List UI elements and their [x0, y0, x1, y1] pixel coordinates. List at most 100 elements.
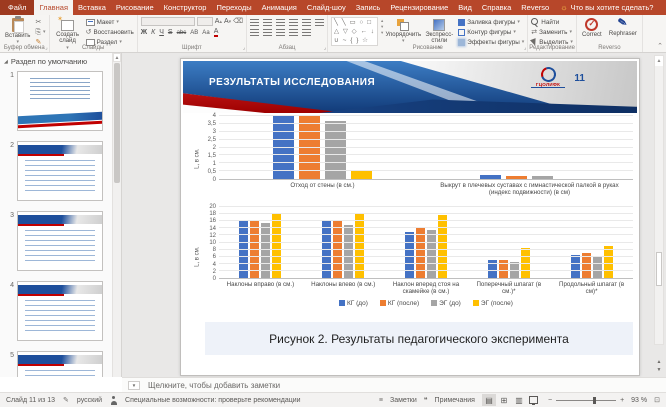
tab-конструктор[interactable]: Конструктор [159, 0, 212, 15]
shape-outline-button[interactable]: Контур фигуры▾ [458, 28, 524, 36]
current-slide-canvas[interactable]: РЕЗУЛЬТАТЫ ИССЛЕДОВАНИЯ ГЦОЛИФК 11 L, в … [180, 58, 640, 376]
tab-анимация[interactable]: Анимация [257, 0, 302, 15]
copy-button[interactable]: ⎘▾ [35, 28, 45, 36]
thumbnail-preview[interactable] [17, 281, 103, 341]
align-center-icon[interactable] [263, 29, 272, 36]
reset-button[interactable]: ↺Восстановить [86, 28, 134, 36]
tab-запись[interactable]: Запись [351, 0, 386, 15]
tab-рисование[interactable]: Рисование [111, 0, 159, 15]
thumbnail-preview[interactable] [17, 71, 103, 131]
notes-placeholder[interactable]: Щелкните, чтобы добавить заметки [148, 381, 280, 390]
clipboard-launcher-icon[interactable]: ⌟ [45, 45, 47, 51]
normal-view-icon[interactable]: ▤ [482, 394, 496, 406]
correct-button[interactable]: ✓ Correct [580, 17, 604, 39]
thumbnail-preview[interactable] [17, 351, 103, 377]
shape-fill-button[interactable]: Заливка фигуры▾ [458, 18, 524, 26]
drawing-launcher-icon[interactable]: ⌟ [524, 45, 526, 51]
editor-scrollbar[interactable]: ▲ [654, 55, 664, 345]
panel-scroll-thumb[interactable] [114, 63, 120, 183]
thumbnail-preview[interactable] [17, 141, 103, 201]
spellcheck-icon[interactable]: ✎ [63, 396, 69, 404]
tab-file[interactable]: Файл [0, 0, 34, 15]
accessibility-status[interactable]: Специальные возможности: проверьте реком… [125, 397, 301, 404]
underline-button[interactable]: Ч [159, 29, 164, 36]
decrease-indent-icon[interactable] [276, 19, 285, 26]
tab-главная[interactable]: Главная [34, 0, 73, 15]
slide-thumbnail-1[interactable]: 1 [0, 68, 121, 138]
bold-button[interactable]: Ж [141, 29, 147, 36]
tab-справка[interactable]: Справка [477, 0, 516, 15]
comments-toggle[interactable]: Примечания [435, 397, 475, 404]
character-spacing-button[interactable]: АВ [190, 30, 198, 36]
reading-view-icon[interactable]: ▥ [512, 394, 526, 406]
slide-thumbnail-3[interactable]: 3 [0, 208, 121, 278]
tab-вставка[interactable]: Вставка [73, 0, 111, 15]
cut-button[interactable]: ✂ [35, 18, 45, 26]
scroll-up-icon[interactable]: ▲ [655, 56, 663, 66]
zoom-slider[interactable] [556, 400, 616, 401]
notes-pane[interactable]: ▼ Щелкните, чтобы добавить заметки [122, 377, 666, 392]
fit-to-window-icon[interactable]: ⊡ [654, 396, 660, 404]
panel-scroll-up-icon[interactable]: ▲ [113, 53, 121, 62]
slideshow-icon[interactable] [527, 394, 541, 406]
tab-reverso[interactable]: Reverso [516, 0, 554, 15]
figure-caption[interactable]: Рисунок 2. Результаты педагогического эк… [205, 322, 633, 355]
layout-button[interactable]: Макет▾ [86, 18, 134, 26]
strikethrough-button[interactable]: S [168, 29, 173, 36]
zoom-out-icon[interactable]: − [548, 397, 552, 404]
line-spacing-icon[interactable] [302, 19, 311, 26]
slide-thumbnail-4[interactable]: 4 [0, 278, 121, 348]
columns-icon[interactable] [302, 29, 311, 36]
notes-toggle[interactable]: Заметки [390, 397, 417, 404]
change-case-button[interactable]: Аа [202, 30, 209, 36]
numbering-icon[interactable] [263, 19, 272, 26]
grow-font-button[interactable]: А▴ [215, 18, 222, 25]
find-button[interactable]: Найти [531, 18, 573, 26]
font-name-combobox[interactable] [141, 17, 195, 26]
tab-слайд-шоу[interactable]: Слайд-шоу [302, 0, 351, 15]
tell-me-box[interactable]: ☼ Что вы хотите сделать? [554, 0, 659, 15]
collapse-ribbon-icon[interactable]: ⌃ [657, 42, 663, 50]
zoom-level[interactable]: 93 % [631, 397, 647, 404]
notes-collapse-icon[interactable]: ▼ [128, 381, 140, 390]
thumbnail-preview[interactable] [17, 211, 103, 271]
previous-slide-icon[interactable]: ▲ [657, 360, 662, 365]
shadow-button[interactable]: abc [177, 30, 187, 36]
paste-button[interactable]: Вставить▾ [3, 17, 32, 47]
align-left-icon[interactable] [250, 29, 259, 36]
tab-рецензирование[interactable]: Рецензирование [385, 0, 453, 15]
rephraser-button[interactable]: ✎ Rephraser [607, 17, 639, 38]
chart-flexibility[interactable]: L, в см. 02468101214161820 Наклоны вправ… [193, 207, 633, 307]
shrink-font-button[interactable]: А▾ [224, 18, 231, 25]
slide-thumbnail-5[interactable]: 5 [0, 348, 121, 377]
zoom-slider-thumb[interactable] [593, 397, 596, 404]
clear-formatting-button[interactable]: ⌫ [233, 18, 243, 25]
section-header[interactable]: ◢ Раздел по умолчанию [0, 53, 121, 68]
tab-вид[interactable]: Вид [453, 0, 477, 15]
slide-title-banner[interactable]: РЕЗУЛЬТАТЫ ИССЛЕДОВАНИЯ ГЦОЛИФК 11 [183, 61, 637, 113]
italic-button[interactable]: К [151, 29, 155, 36]
justify-icon[interactable] [289, 29, 298, 36]
next-slide-icon[interactable]: ▼ [657, 368, 662, 373]
scroll-thumb[interactable] [656, 252, 662, 286]
chart-mobility[interactable]: L, в см. 00,511,522,533,54 Отход от стен… [193, 116, 633, 201]
bullets-icon[interactable] [250, 19, 259, 26]
font-color-button[interactable]: А [214, 28, 219, 37]
align-right-icon[interactable] [276, 29, 285, 36]
slide-sorter-icon[interactable]: ⊞ [497, 394, 511, 406]
paragraph-launcher-icon[interactable]: ⌟ [324, 45, 326, 51]
language-indicator[interactable]: русский [77, 397, 102, 404]
text-direction-icon[interactable] [315, 19, 324, 26]
shapes-gallery-scrollbar[interactable]: ▴▾▾ [381, 17, 383, 37]
panel-scrollbar[interactable]: ▲ [112, 53, 121, 377]
zoom-in-icon[interactable]: + [620, 397, 624, 404]
increase-indent-icon[interactable] [289, 19, 298, 26]
tab-переходы[interactable]: Переходы [211, 0, 256, 15]
font-launcher-icon[interactable]: ⌟ [243, 45, 245, 51]
shapes-gallery[interactable]: ╲ ╲ ▭ ○ □ △ ▽ ◇ ← ↓ ∪ ~ { } ☆ [331, 17, 378, 46]
window-control-icon[interactable] [659, 0, 666, 15]
slide-thumbnail-2[interactable]: 2 [0, 138, 121, 208]
font-size-combobox[interactable] [197, 17, 213, 26]
arrange-button[interactable]: Упорядочить▾ [386, 17, 420, 46]
replace-button[interactable]: ⇄Заменить▾ [531, 28, 573, 36]
